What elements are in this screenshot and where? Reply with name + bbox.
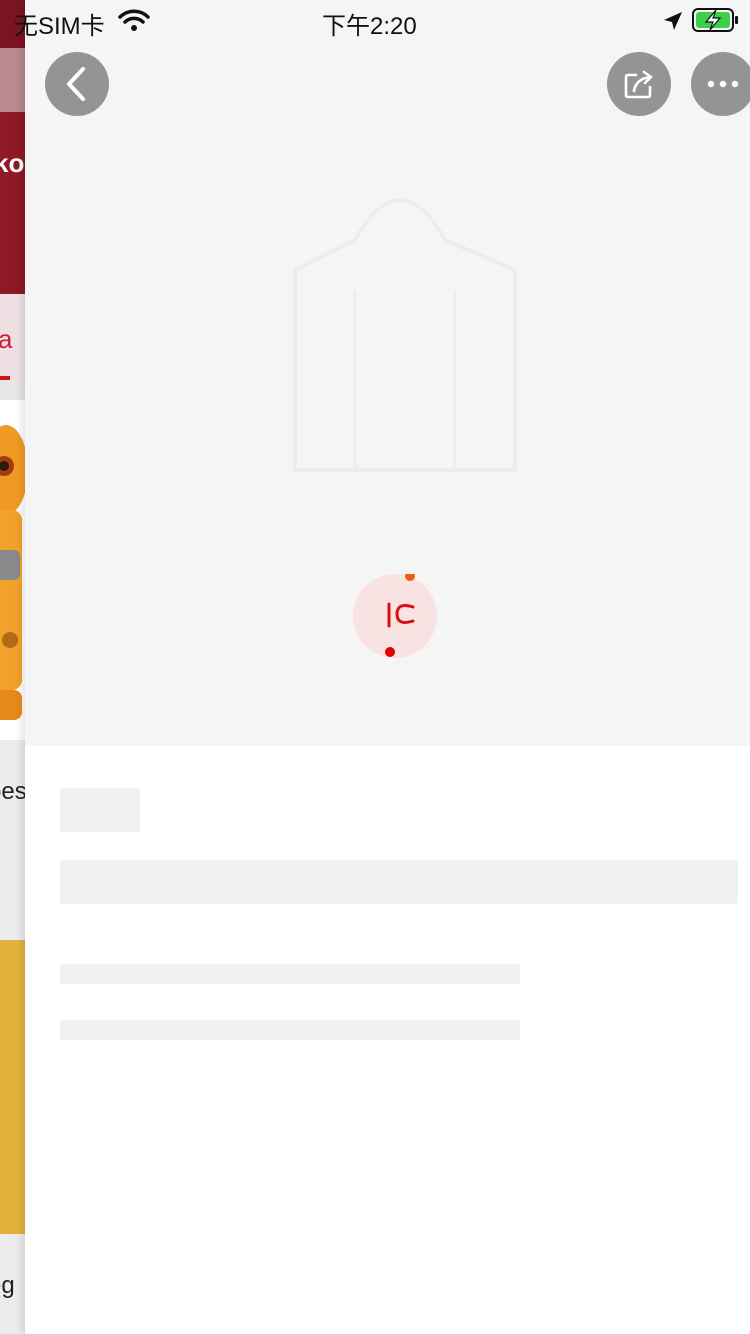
background-page: ko a pes eg (0, 0, 25, 1334)
bg-divider (0, 380, 25, 400)
bg-tab-row: a (0, 294, 25, 380)
status-bar: 无SIM卡 下午2:20 (0, 0, 750, 40)
location-arrow-icon (664, 12, 682, 30)
placeholder-watermark-icon (293, 198, 517, 472)
chevron-left-icon (67, 67, 85, 101)
bg-banner-text: ko (0, 148, 25, 178)
bg-caption: pes (0, 740, 25, 940)
skeleton-price (60, 788, 140, 832)
skeleton-line-2 (60, 1020, 520, 1040)
clock: 下午2:20 (322, 13, 417, 40)
share-icon (624, 70, 653, 99)
brand-logo-icon (385, 574, 415, 657)
more-icon (707, 80, 739, 88)
product-detail-sheet (25, 0, 750, 1334)
robot-toy-image (0, 425, 25, 720)
battery-charging-icon (692, 8, 738, 32)
more-button[interactable] (691, 52, 750, 116)
bg-product-image (0, 400, 25, 740)
bg-caption-text: pes (0, 778, 25, 805)
bg-strip (0, 48, 25, 112)
skeleton-title (60, 860, 738, 904)
loading-spinner (353, 574, 437, 658)
back-button[interactable] (45, 52, 109, 116)
share-button[interactable] (607, 52, 671, 116)
bg-tab-text: a (0, 324, 13, 354)
bg-yellow-card (0, 940, 25, 1234)
bg-footer-text: eg (0, 1272, 15, 1299)
skeleton-line-1 (60, 964, 520, 984)
wifi-icon (118, 9, 150, 31)
bg-banner: ko (0, 112, 25, 294)
bg-footer: eg (0, 1234, 25, 1334)
carrier-label: 无SIM卡 (14, 13, 105, 40)
